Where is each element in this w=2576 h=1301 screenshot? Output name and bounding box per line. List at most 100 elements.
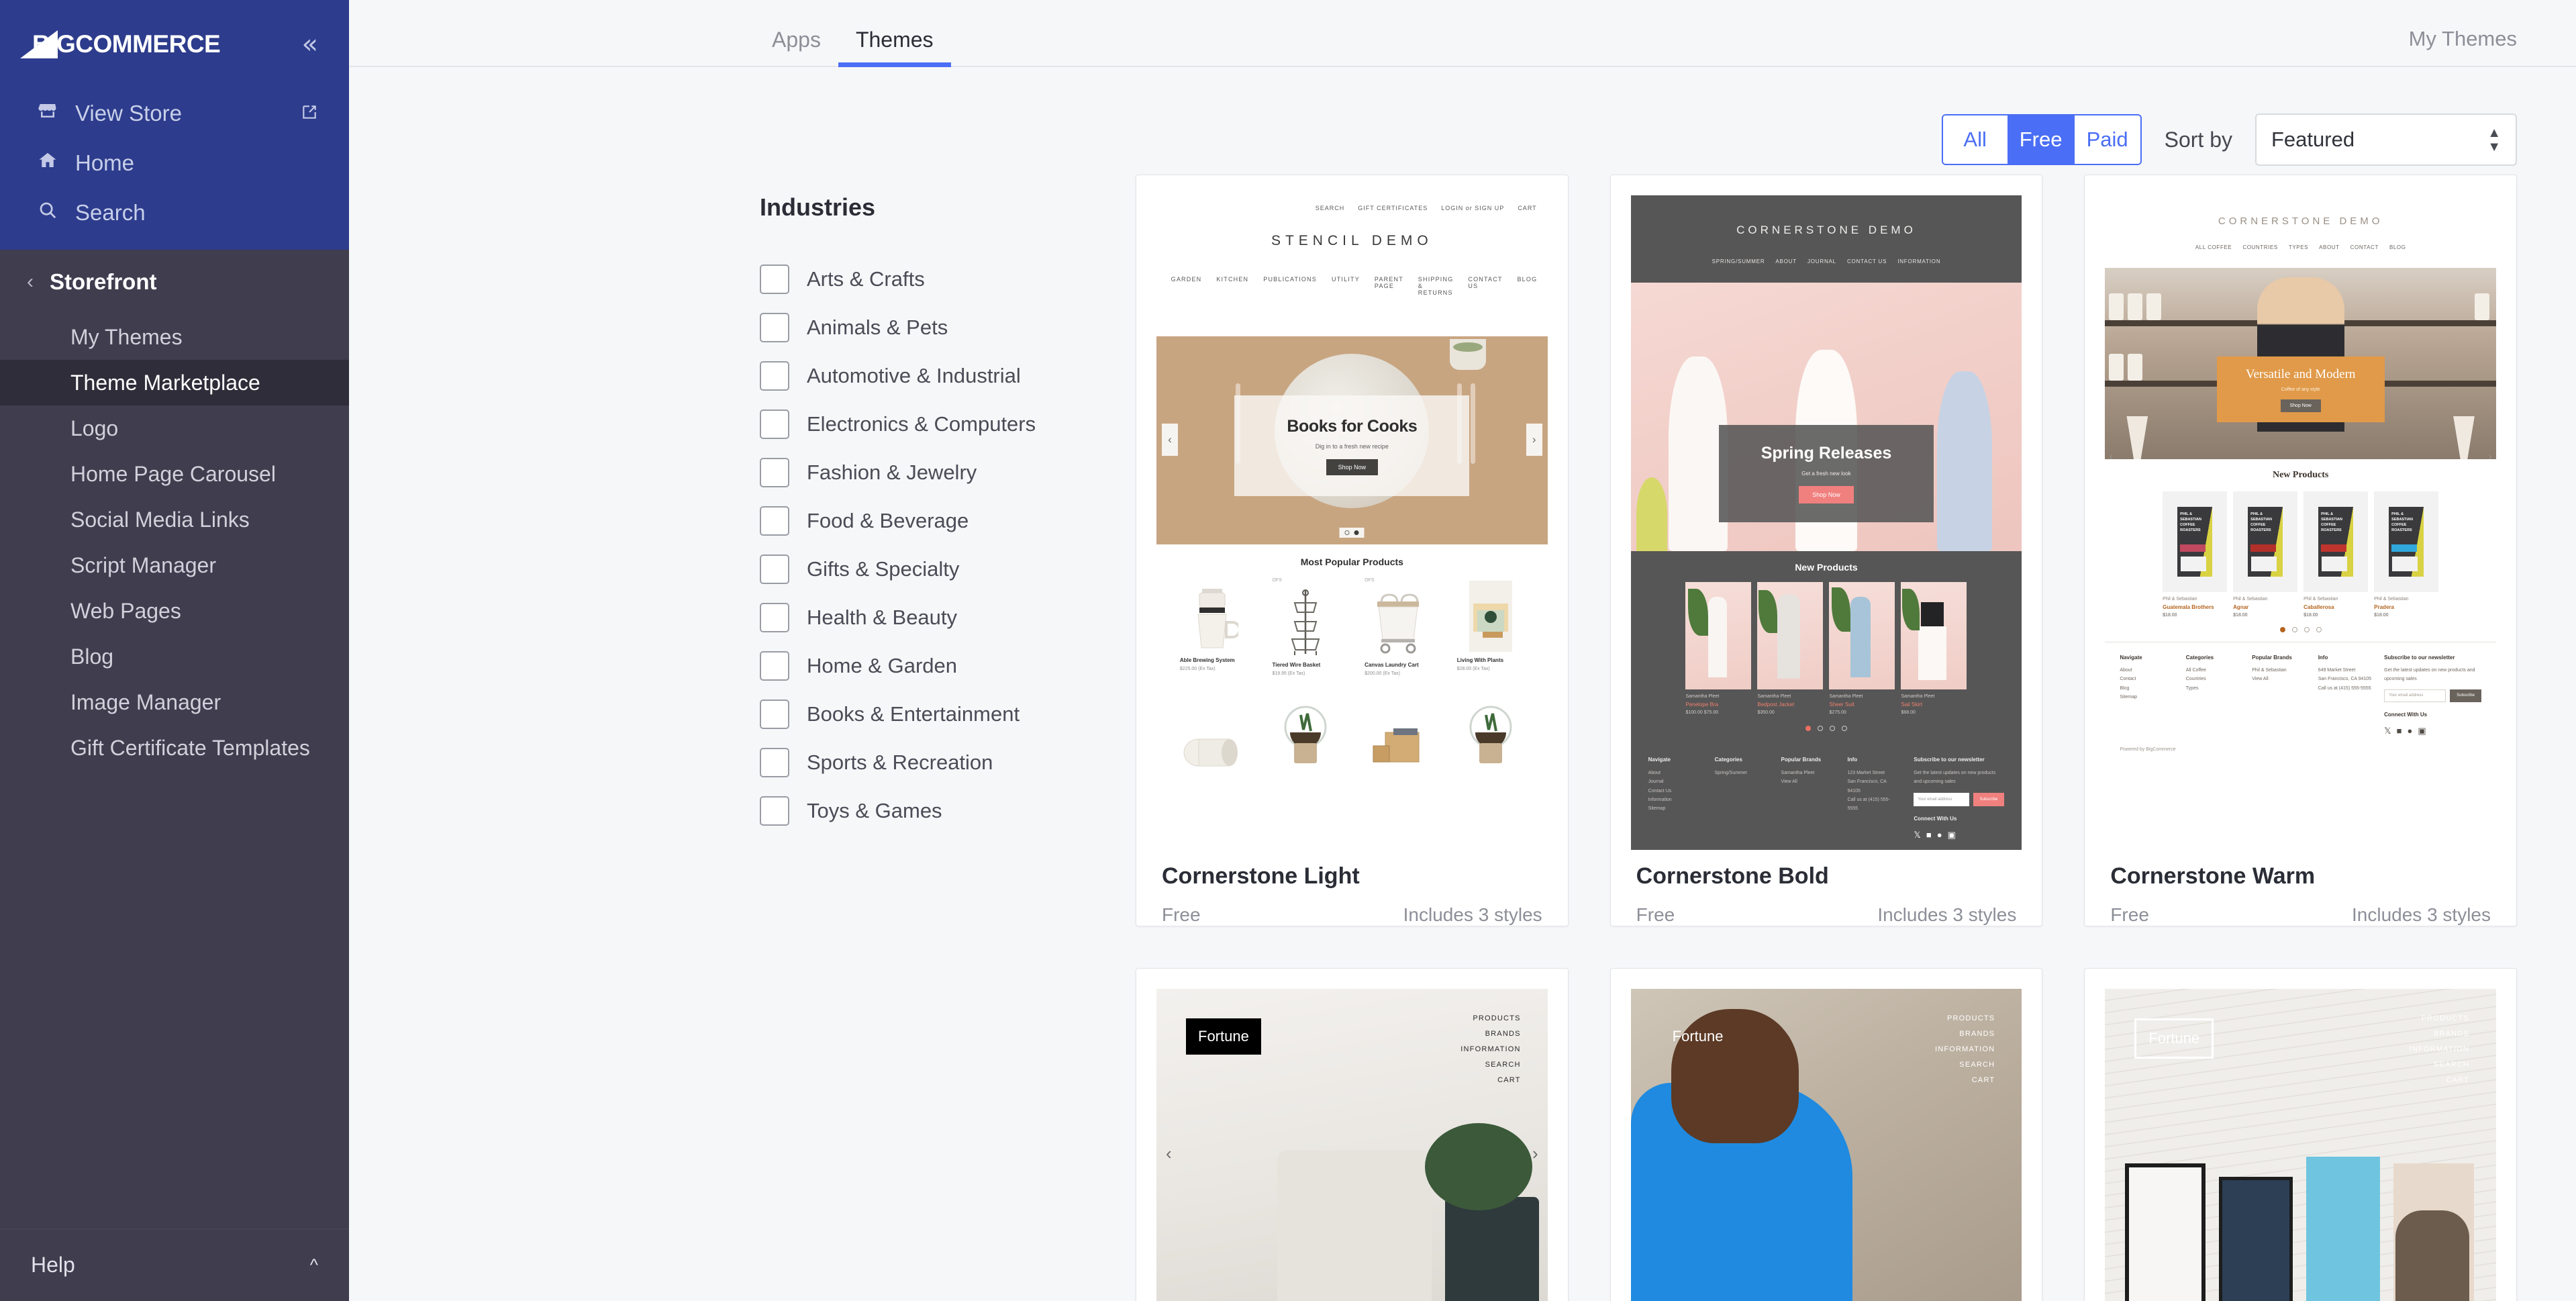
theme-preview-fortune-1: Fortune PRODUCTS BRANDS INFORMATION SEAR… <box>1156 989 1548 1301</box>
theme-card-fortune-2[interactable]: Fortune PRODUCTS BRANDS INFORMATION SEAR… <box>1609 968 2043 1301</box>
sidebar-item-image-manager[interactable]: Image Manager <box>0 679 349 725</box>
mini-hero-subtitle: Get a fresh new look <box>1801 471 1851 477</box>
mini-jar-decor <box>2475 293 2489 320</box>
my-themes-link[interactable]: My Themes <box>2409 27 2517 51</box>
filter-label: Books & Entertainment <box>807 702 1020 726</box>
sidebar-item-social-media-links[interactable]: Social Media Links <box>0 497 349 542</box>
filter-health-beauty[interactable]: Health & Beauty <box>760 593 1136 642</box>
filter-fashion-jewelry[interactable]: Fashion & Jewelry <box>760 448 1136 497</box>
theme-name: Cornerstone Bold <box>1636 863 1829 889</box>
theme-card-fortune-3[interactable]: Fortune PRODUCTS BRANDS INFORMATION SEAR… <box>2084 968 2517 1301</box>
sidebar-item-search[interactable]: Search <box>0 188 349 238</box>
sidebar-item-script-manager[interactable]: Script Manager <box>0 542 349 588</box>
mini-hero-button: Shop Now <box>1326 459 1379 475</box>
filter-free-button[interactable]: Free <box>2008 115 2075 164</box>
mini-dripper-decor <box>2453 416 2475 459</box>
sidebar-item-blog[interactable]: Blog <box>0 634 349 679</box>
theme-preview-cornerstone-bold: CORNERSTONE DEMO SPRING/SUMMER ABOUT JOU… <box>1630 195 2022 850</box>
mini-product-image <box>1365 693 1432 767</box>
help-button[interactable]: Help ^ <box>0 1228 349 1301</box>
sidebar-item-gift-certificate-templates[interactable]: Gift Certificate Templates <box>0 725 349 771</box>
sidebar-item-my-themes[interactable]: My Themes <box>0 314 349 360</box>
filter-animals-pets[interactable]: Animals & Pets <box>760 303 1136 352</box>
filter-label: Home & Garden <box>807 654 957 677</box>
mini-bag-title: PHIL & SEBASTIAN COFFEE ROASTERS <box>2321 512 2342 532</box>
theme-card-fortune-1[interactable]: Fortune PRODUCTS BRANDS INFORMATION SEAR… <box>1136 968 1569 1301</box>
checkbox[interactable] <box>760 555 789 584</box>
mini-product-brand: Phil & Sebastian <box>2163 597 2197 601</box>
mini-product: PHIL & SEBASTIAN COFFEE ROASTERS Phil & … <box>2233 491 2298 618</box>
mini-product-image <box>1272 693 1339 767</box>
checkbox[interactable] <box>760 458 789 487</box>
checkbox[interactable] <box>760 603 789 632</box>
mini-hero-subtitle: Coffee of any style <box>2281 387 2320 392</box>
mini-dripper-decor <box>2126 416 2148 459</box>
sidebar-item-theme-marketplace[interactable]: Theme Marketplace <box>0 360 349 405</box>
mini-artwork-decor <box>2306 1157 2381 1301</box>
filter-toys-games[interactable]: Toys & Games <box>760 787 1136 835</box>
mini-nav-link: GARDEN <box>1171 276 1202 283</box>
sidebar-item-home-page-carousel[interactable]: Home Page Carousel <box>0 451 349 497</box>
filter-sports-recreation[interactable]: Sports & Recreation <box>760 738 1136 787</box>
filter-automotive-industrial[interactable]: Automotive & Industrial <box>760 352 1136 400</box>
checkbox[interactable] <box>760 506 789 536</box>
theme-card-cornerstone-bold[interactable]: CORNERSTONE DEMO SPRING/SUMMER ABOUT JOU… <box>1609 175 2043 926</box>
filter-home-garden[interactable]: Home & Garden <box>760 642 1136 690</box>
checkbox[interactable] <box>760 409 789 439</box>
checkbox[interactable] <box>760 796 789 826</box>
mini-product-image <box>1365 583 1432 657</box>
mini-bag-title: PHIL & SEBASTIAN COFFEE ROASTERS <box>2391 512 2413 532</box>
theme-card-cornerstone-warm[interactable]: CORNERSTONE DEMO ALL COFFEE COUNTRIES TY… <box>2084 175 2517 926</box>
sidebar-item-label: Script Manager <box>70 552 216 577</box>
checkbox[interactable] <box>760 313 789 342</box>
storefront-icon <box>38 101 58 126</box>
mini-product-brand: Phil & Sebastian <box>2374 597 2409 601</box>
mini-product: Samantha Pleet Bedpost Jacket $350.00 <box>1757 582 1824 715</box>
sidebar-item-logo[interactable]: Logo <box>0 405 349 451</box>
mini-logo: Fortune <box>1186 1018 1261 1055</box>
sidebar-item-label: Logo <box>70 416 119 440</box>
tab-apps[interactable]: Apps <box>765 28 838 66</box>
filter-books-entertainment[interactable]: Books & Entertainment <box>760 690 1136 738</box>
sidebar-item-label: Home Page Carousel <box>70 461 276 486</box>
bigcommerce-logo[interactable]: BIGCOMMERCE <box>20 30 221 58</box>
mini-footer-link: Samantha Pleet <box>1781 771 1815 775</box>
chevrons-left-icon[interactable]: « <box>302 31 318 58</box>
theme-styles: Includes 3 styles <box>1877 904 2017 925</box>
mini-product-name: Sheer Suit <box>1829 702 1854 708</box>
mini-product-name: Living With Plants <box>1456 657 1504 663</box>
mini-hero: Spring Releases Get a fresh new look Sho… <box>1630 283 2022 551</box>
filter-all-button[interactable]: All <box>1942 115 2009 164</box>
checkbox[interactable] <box>760 748 789 777</box>
mini-nav-link: CONTACT <box>2350 244 2379 250</box>
mini-brand: CORNERSTONE DEMO <box>2218 215 2383 227</box>
theme-card-cornerstone-light[interactable]: SEARCH GIFT CERTIFICATES LOGIN or SIGN U… <box>1136 175 1569 926</box>
filter-electronics-computers[interactable]: Electronics & Computers <box>760 400 1136 448</box>
theme-preview-fortune-2: Fortune PRODUCTS BRANDS INFORMATION SEAR… <box>1630 989 2022 1301</box>
filter-gifts-specialty[interactable]: Gifts & Specialty <box>760 545 1136 593</box>
filter-food-beverage[interactable]: Food & Beverage <box>760 497 1136 545</box>
sidebar-item-home[interactable]: Home <box>0 138 349 188</box>
sidebar-item-web-pages[interactable]: Web Pages <box>0 588 349 634</box>
mini-brand: CORNERSTONE DEMO <box>1736 224 1916 236</box>
sort-by-select[interactable]: Featured ▲ ▼ <box>2255 113 2517 166</box>
tab-themes[interactable]: Themes <box>838 28 951 67</box>
mini-newsletter: Subscribe to our newsletter Get the late… <box>1914 757 2005 840</box>
instagram-icon: ▣ <box>1947 829 1956 840</box>
mini-product-brand: Samantha Pleet <box>1685 694 1720 699</box>
sidebar-item-view-store[interactable]: View Store <box>0 89 349 138</box>
mini-footer-link: View All <box>2252 677 2269 682</box>
checkbox[interactable] <box>760 651 789 681</box>
sidebar-section-storefront[interactable]: ‹ Storefront <box>0 250 349 314</box>
checkbox[interactable] <box>760 700 789 729</box>
checkbox[interactable] <box>760 264 789 294</box>
filter-paid-button[interactable]: Paid <box>2074 115 2140 164</box>
checkbox[interactable] <box>760 361 789 391</box>
mini-nav-link: COUNTRIES <box>2242 244 2278 250</box>
dot-active <box>1805 726 1811 731</box>
mini-product-name: Pradera <box>2374 604 2394 610</box>
filter-arts-crafts[interactable]: Arts & Crafts <box>760 255 1136 303</box>
mini-spoon-decor <box>1470 383 1475 464</box>
dot-active <box>2279 627 2285 632</box>
theme-grid: SEARCH GIFT CERTIFICATES LOGIN or SIGN U… <box>1136 175 2576 1301</box>
